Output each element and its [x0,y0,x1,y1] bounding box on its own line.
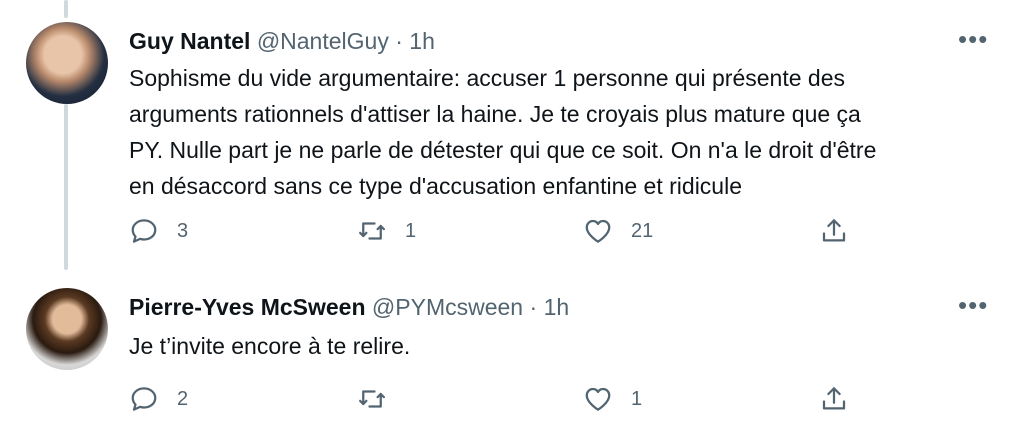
display-name[interactable]: Guy Nantel [129,28,250,54]
like-button[interactable]: 1 [583,384,642,414]
tweet-text: Sophisme du vide argumentaire: accuser 1… [129,60,1009,204]
reply-button[interactable]: 2 [129,384,188,414]
more-icon[interactable]: ••• [958,26,988,52]
reply-icon [131,219,157,243]
tweet-pierre-yves-mcsween[interactable]: Pierre-Yves McSween @PYMcsween · 1h ••• … [0,280,1024,411]
avatar[interactable] [26,288,108,370]
separator-dot: · [529,294,538,320]
like-count: 21 [631,219,654,242]
like-button[interactable]: 21 [583,216,653,246]
share-icon [822,387,846,410]
share-button[interactable] [819,216,849,246]
retweet-icon [359,222,385,240]
tweet-guy-nantel[interactable]: Guy Nantel @NantelGuy · 1h ••• Sophisme … [0,0,1024,280]
separator-dot: · [395,28,403,54]
retweet-button[interactable]: 1 [357,216,416,246]
heart-icon [585,387,611,411]
tweet-text-line: PY. Nulle part je ne parle de détester q… [129,137,877,163]
reply-button[interactable]: 3 [129,216,188,246]
retweet-count: 1 [405,219,417,242]
tweet-text-line: Sophisme du vide argumentaire: accuser 1… [129,65,845,91]
display-name[interactable]: Pierre-Yves McSween [129,294,366,320]
tweet-text-line: en désaccord sans ce type d'accusation e… [129,173,742,199]
reply-count: 3 [177,219,189,242]
share-button[interactable] [819,384,849,414]
more-icon[interactable]: ••• [958,292,988,318]
share-icon [822,219,846,242]
tweet-actions: 2 1 [129,384,1009,424]
user-handle[interactable]: @NantelGuy [257,28,389,54]
tweet-text-line: arguments rationnels d'attiser la haine.… [129,101,861,127]
tweet-text-line: Je t’invite encore à te relire. [129,333,411,359]
tweet-text: Je t’invite encore à te relire. [129,328,1009,364]
reply-icon [131,387,157,411]
tweet-header: Guy Nantel @NantelGuy · 1h [129,28,435,55]
timestamp[interactable]: 1h [544,294,570,320]
heart-icon [585,219,611,243]
user-handle[interactable]: @PYMcsween [372,294,523,320]
retweet-button[interactable] [357,384,405,414]
retweet-icon [359,390,385,408]
reply-count: 2 [177,387,189,410]
avatar[interactable] [26,22,108,104]
timestamp[interactable]: 1h [409,28,435,54]
like-count: 1 [631,387,643,410]
tweet-header: Pierre-Yves McSween @PYMcsween · 1h [129,294,569,321]
tweet-actions: 3 1 21 [129,216,1009,256]
